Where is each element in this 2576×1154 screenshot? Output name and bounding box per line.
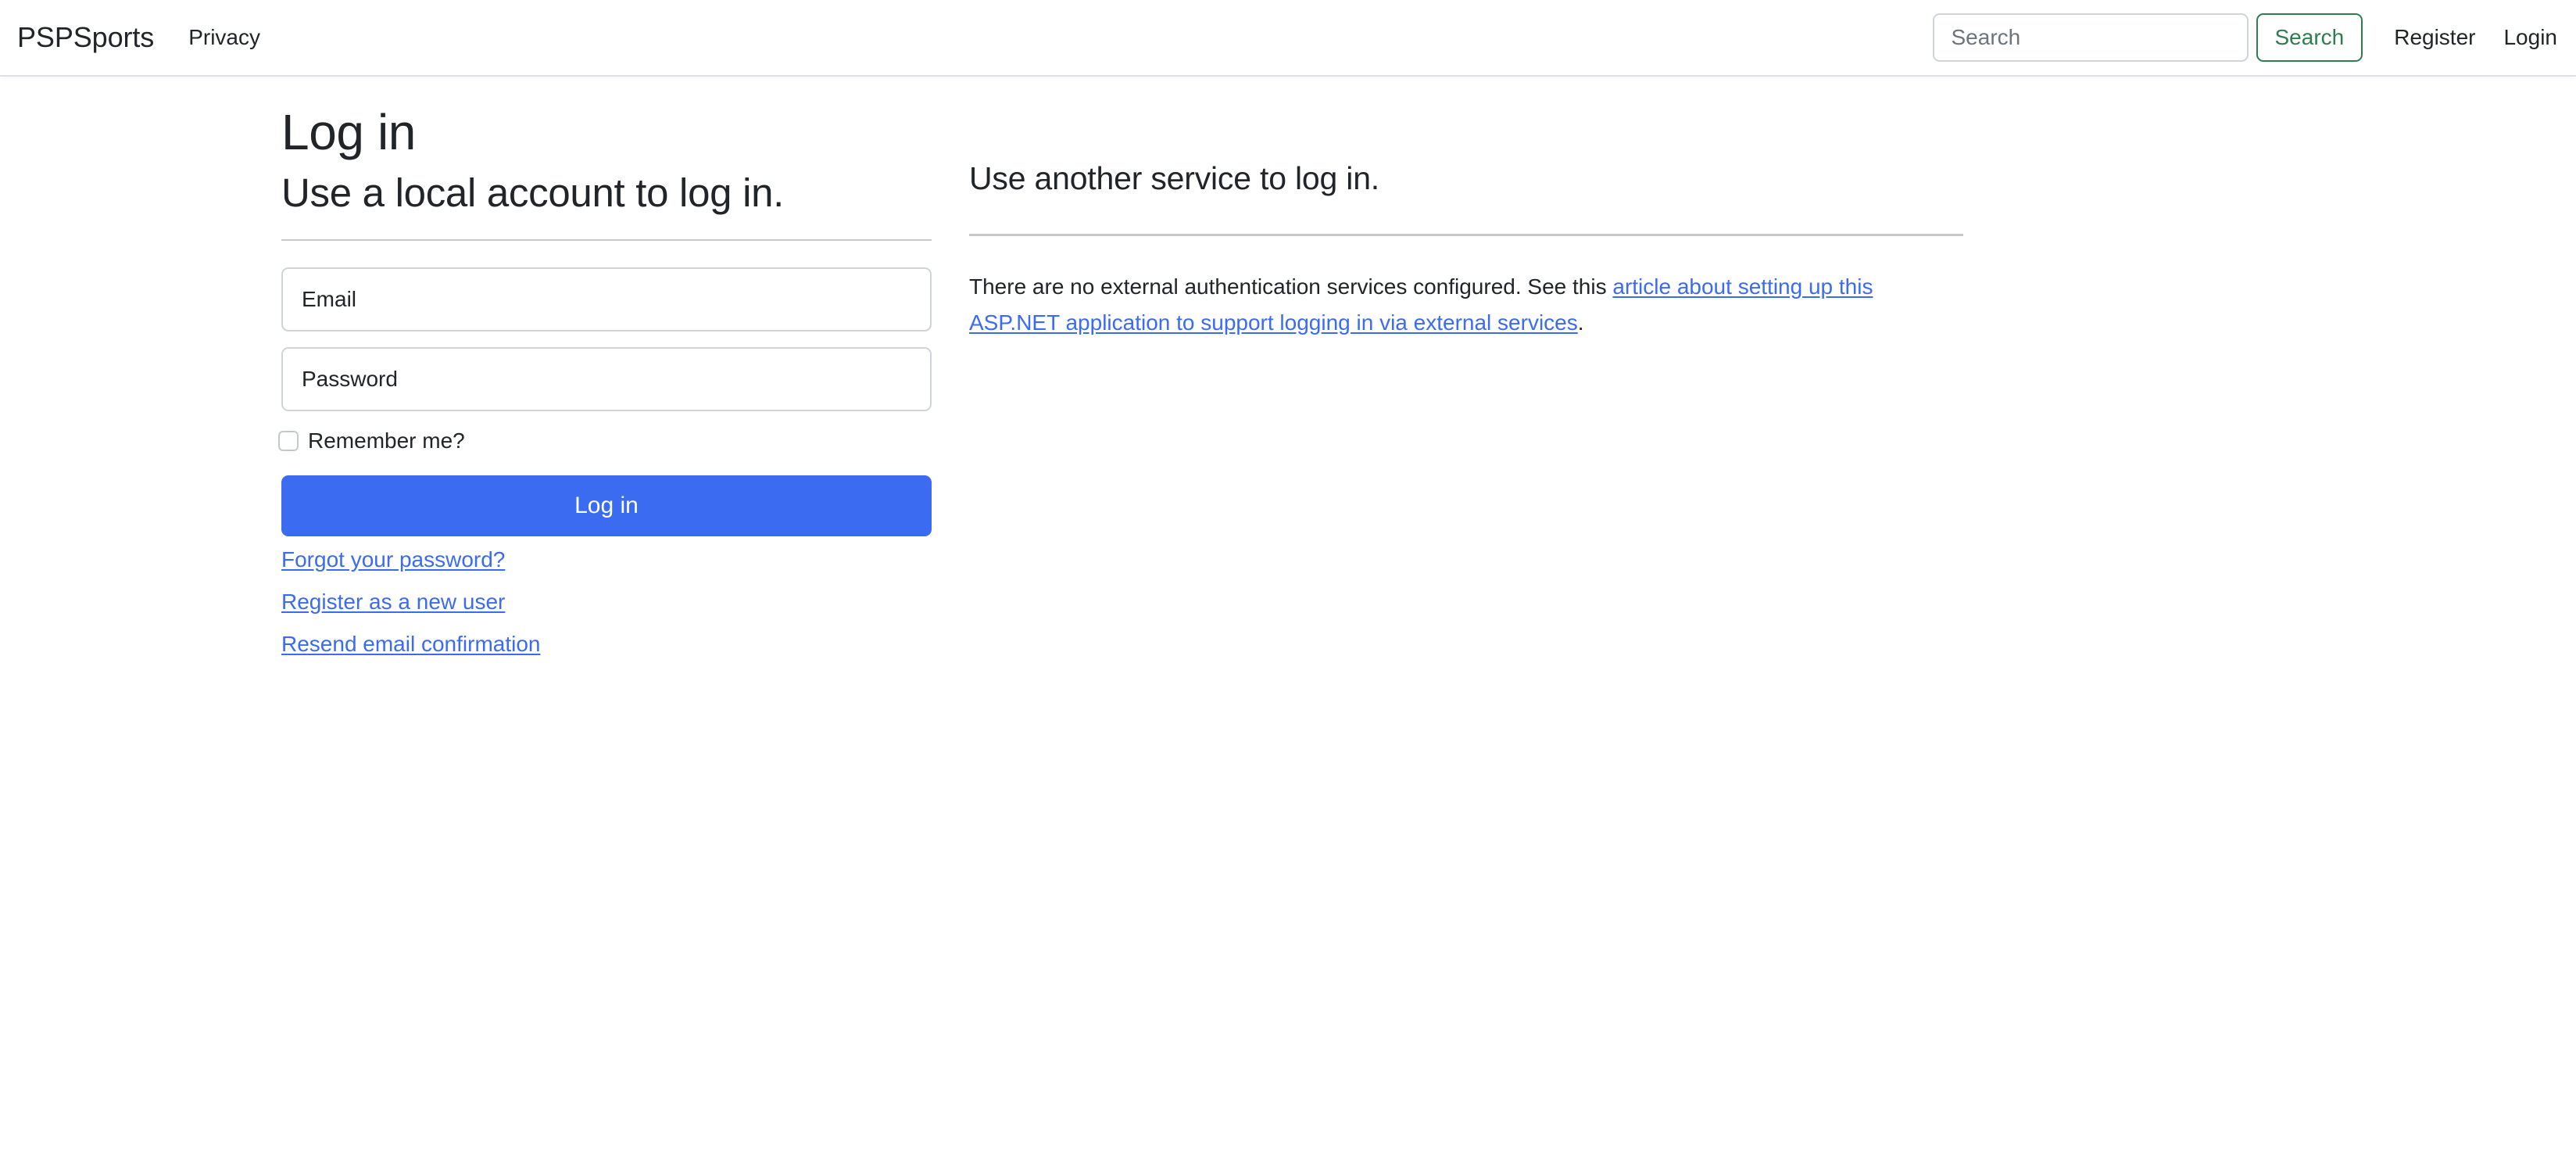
search-form: Search — [1932, 13, 2363, 62]
external-divider — [969, 234, 1963, 237]
forgot-password-link[interactable]: Forgot your password? — [281, 547, 505, 572]
nav-link-privacy[interactable]: Privacy — [188, 25, 260, 50]
register-new-user-link[interactable]: Register as a new user — [281, 590, 505, 614]
login-form: Use a local account to log in. Email Pas… — [278, 169, 932, 657]
top-navbar: PSPSports Privacy Search Register Login — [0, 0, 2576, 77]
resend-confirmation-block: Resend email confirmation — [281, 632, 932, 657]
email-field-group: Email — [281, 267, 932, 332]
external-message-suffix: . — [1577, 310, 1584, 335]
remember-me-row[interactable]: Remember me? — [278, 428, 932, 453]
resend-email-confirmation-link[interactable]: Resend email confirmation — [281, 632, 541, 656]
auth-nav: Register Login — [2394, 25, 2557, 50]
content-row: Log in Use a local account to log in. Em… — [0, 103, 2576, 657]
password-input[interactable] — [281, 346, 932, 411]
primary-nav: Privacy — [188, 25, 260, 50]
navbar-right-section: Search Register Login — [1932, 13, 2557, 62]
nav-link-login[interactable]: Login — [2503, 25, 2557, 50]
register-new-user-block: Register as a new user — [281, 590, 932, 615]
brand-logo[interactable]: PSPSports — [17, 23, 154, 52]
remember-me-checkbox[interactable] — [278, 430, 299, 451]
external-login-column: Use another service to log in. There are… — [969, 103, 1963, 340]
local-login-column: Log in Use a local account to log in. Em… — [278, 103, 932, 657]
form-divider — [281, 238, 932, 241]
search-button[interactable]: Search — [2256, 13, 2363, 62]
external-login-message: There are no external authentication ser… — [969, 269, 1948, 340]
password-field-group: Password — [281, 346, 932, 411]
email-input[interactable] — [281, 267, 932, 332]
local-account-heading: Use a local account to log in. — [281, 170, 785, 215]
external-login-heading: Use another service to log in. — [969, 160, 1379, 196]
search-input[interactable] — [1932, 13, 2249, 62]
external-message-prefix: There are no external authentication ser… — [969, 274, 1613, 299]
main-content: Log in Use a local account to log in. Em… — [0, 77, 2576, 657]
nav-link-register[interactable]: Register — [2394, 25, 2475, 50]
login-submit-button[interactable]: Log in — [281, 475, 932, 536]
page-title: Log in — [281, 104, 416, 160]
remember-me-label: Remember me? — [308, 428, 465, 453]
forgot-password-block: Forgot your password? — [281, 547, 932, 572]
